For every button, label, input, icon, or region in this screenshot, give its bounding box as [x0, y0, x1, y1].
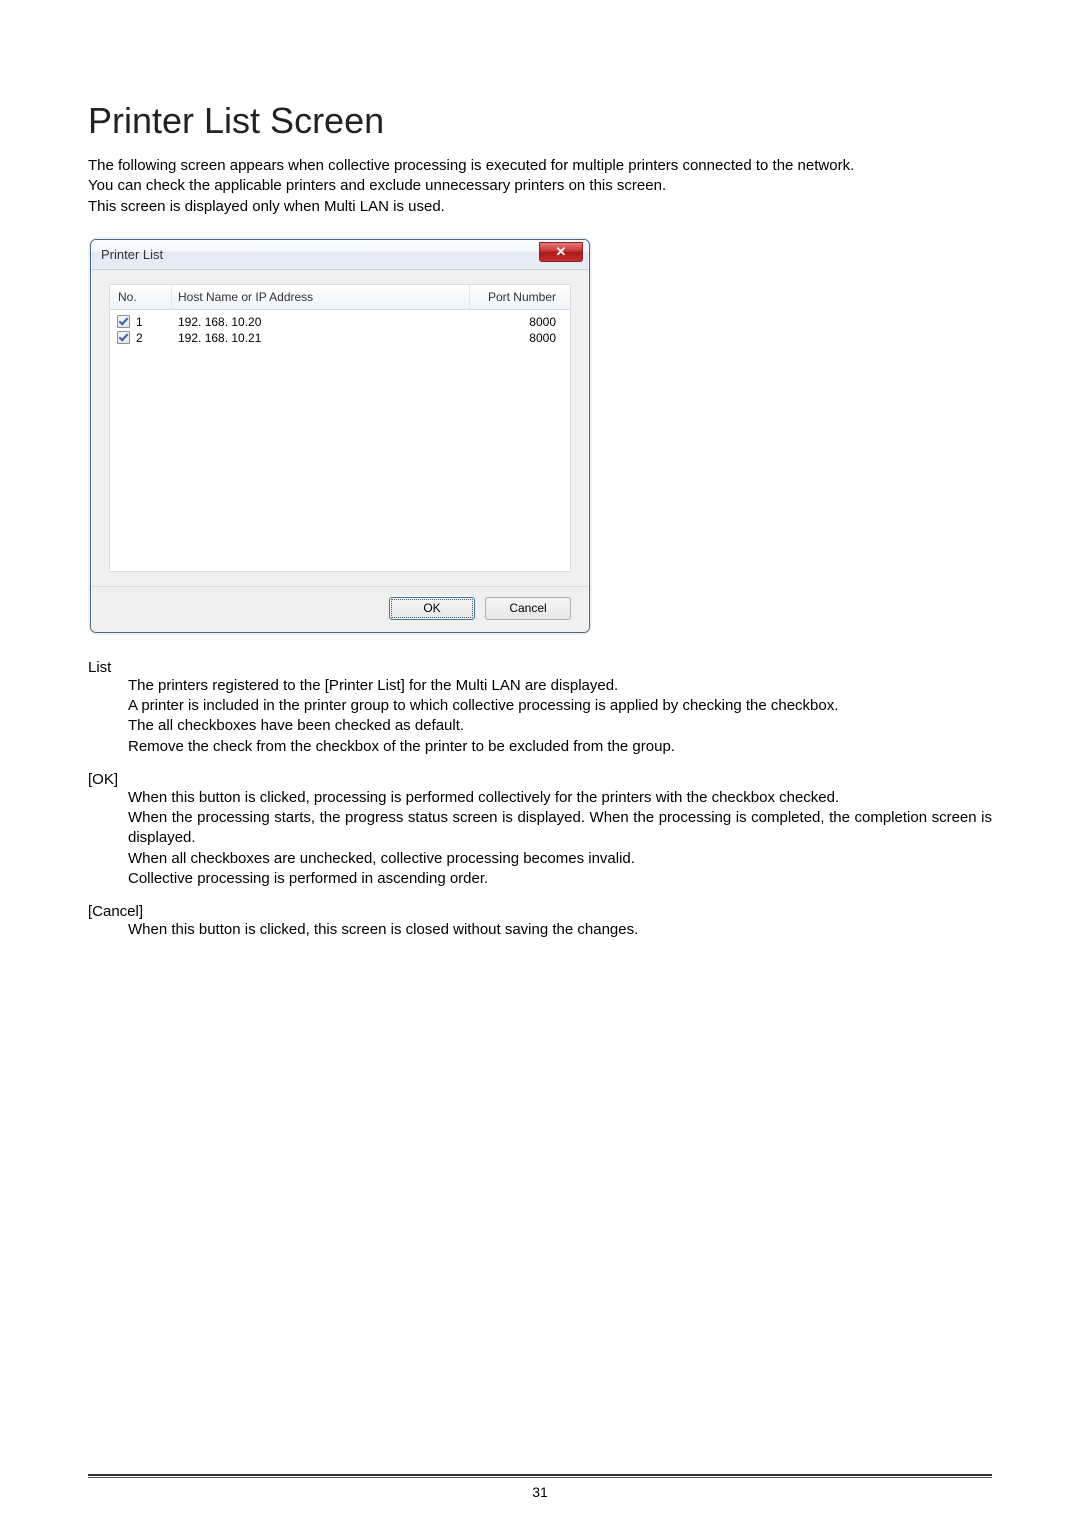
close-icon: ✕ [556, 244, 567, 260]
dialog-titlebar[interactable]: Printer List ✕ [91, 240, 589, 270]
row-checkbox[interactable] [117, 315, 130, 328]
close-button[interactable]: ✕ [539, 242, 583, 262]
table-row[interactable]: 2 192. 168. 10.21 8000 [110, 330, 570, 346]
footer-rule [88, 1474, 992, 1478]
dialog-title: Printer List [101, 247, 163, 262]
desc-term-cancel: [Cancel] [88, 903, 992, 920]
row-port: 8000 [470, 331, 570, 345]
desc-list-p4: Remove the check from the checkbox of th… [128, 737, 992, 757]
page-number: 31 [0, 1484, 1080, 1500]
row-no: 2 [136, 331, 143, 345]
intro-p3: This screen is displayed only when Multi… [88, 197, 992, 217]
cancel-button[interactable]: Cancel [485, 597, 571, 620]
table-rows: 1 192. 168. 10.20 8000 2 192. 168. 10.21… [110, 310, 570, 346]
desc-body-list: The printers registered to the [Printer … [128, 676, 992, 757]
dialog-buttonbar: OK Cancel [91, 586, 589, 632]
row-host: 192. 168. 10.21 [172, 331, 470, 345]
desc-body-ok: When this button is clicked, processing … [128, 788, 992, 889]
col-header-host[interactable]: Host Name or IP Address [172, 285, 470, 309]
ok-button[interactable]: OK [389, 597, 475, 620]
check-icon [119, 317, 128, 326]
desc-ok-p3: When all checkboxes are unchecked, colle… [128, 849, 992, 869]
col-header-no[interactable]: No. [110, 285, 172, 309]
desc-ok-p2: When the processing starts, the progress… [128, 808, 992, 849]
dialog-body: No. Host Name or IP Address Port Number … [91, 270, 589, 586]
desc-term-ok: [OK] [88, 771, 992, 788]
desc-term-list: List [88, 659, 992, 676]
page-title: Printer List Screen [88, 100, 992, 142]
printer-list-dialog: Printer List ✕ No. Host Name or IP Addre… [90, 239, 590, 633]
desc-ok-p1: When this button is clicked, processing … [128, 788, 992, 808]
table-header: No. Host Name or IP Address Port Number [110, 285, 570, 310]
desc-list-p2: A printer is included in the printer gro… [128, 696, 992, 716]
table-row[interactable]: 1 192. 168. 10.20 8000 [110, 314, 570, 330]
desc-ok-p4: Collective processing is performed in as… [128, 869, 992, 889]
desc-body-cancel: When this button is clicked, this screen… [128, 920, 992, 940]
row-no: 1 [136, 315, 143, 329]
row-host: 192. 168. 10.20 [172, 315, 470, 329]
descriptions-section: List The printers registered to the [Pri… [88, 659, 992, 941]
check-icon [119, 333, 128, 342]
intro-paragraphs: The following screen appears when collec… [88, 156, 992, 217]
intro-p2: You can check the applicable printers an… [88, 176, 992, 196]
desc-list-p1: The printers registered to the [Printer … [128, 676, 992, 696]
intro-p1: The following screen appears when collec… [88, 156, 992, 176]
row-checkbox[interactable] [117, 331, 130, 344]
col-header-port[interactable]: Port Number [470, 285, 570, 309]
printer-list-table: No. Host Name or IP Address Port Number … [109, 284, 571, 572]
desc-cancel-p1: When this button is clicked, this screen… [128, 920, 992, 940]
row-port: 8000 [470, 315, 570, 329]
desc-list-p3: The all checkboxes have been checked as … [128, 716, 992, 736]
